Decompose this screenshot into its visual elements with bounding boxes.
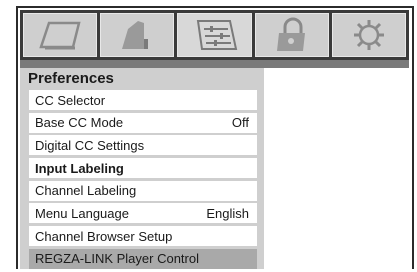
menu-item-label: Base CC Mode xyxy=(35,115,124,131)
menu-item-label: Menu Language xyxy=(35,205,129,221)
menu-item-cc-selector[interactable]: CC Selector xyxy=(29,90,257,110)
menu-item-label: Input Labeling xyxy=(35,160,124,176)
menu-item-value: English xyxy=(206,205,249,221)
menu-category-bar xyxy=(20,10,409,60)
preferences-icon xyxy=(192,17,238,53)
menu-item-digital-cc-settings[interactable]: Digital CC Settings xyxy=(29,135,257,156)
menu-item-label: Channel Browser Setup xyxy=(35,228,173,244)
menu-item-regza-link-player-control[interactable]: REGZA-LINK Player Control xyxy=(29,248,257,269)
tab-picture[interactable] xyxy=(23,13,98,57)
setup-gear-icon xyxy=(346,17,392,53)
menu-item-value: Off xyxy=(231,115,249,131)
divider-strip xyxy=(20,60,409,68)
sound-icon xyxy=(114,17,160,53)
panel-title: Preferences xyxy=(28,70,114,87)
tab-lock[interactable] xyxy=(254,13,329,57)
menu-item-label: CC Selector xyxy=(35,92,106,108)
menu-item-channel-browser-setup[interactable]: Channel Browser Setup xyxy=(29,226,257,247)
tab-preferences[interactable] xyxy=(177,13,252,57)
preferences-menu: CC Selector Base CC Mode Off Digital CC … xyxy=(29,90,257,272)
tab-sound[interactable] xyxy=(100,13,175,57)
menu-item-base-cc-mode[interactable]: Base CC Mode Off xyxy=(29,112,257,133)
menu-item-label: REGZA-LINK Player Control xyxy=(35,251,199,267)
tab-setup[interactable] xyxy=(331,13,407,57)
menu-item-label: Channel Labeling xyxy=(35,183,137,199)
menu-item-menu-language[interactable]: Menu Language English xyxy=(29,203,257,224)
menu-item-label: Digital CC Settings xyxy=(35,137,145,153)
lock-icon xyxy=(269,17,315,53)
menu-item-channel-labeling[interactable]: Channel Labeling xyxy=(29,180,257,201)
menu-item-input-labeling[interactable]: Input Labeling xyxy=(29,158,257,179)
picture-icon xyxy=(37,17,83,53)
